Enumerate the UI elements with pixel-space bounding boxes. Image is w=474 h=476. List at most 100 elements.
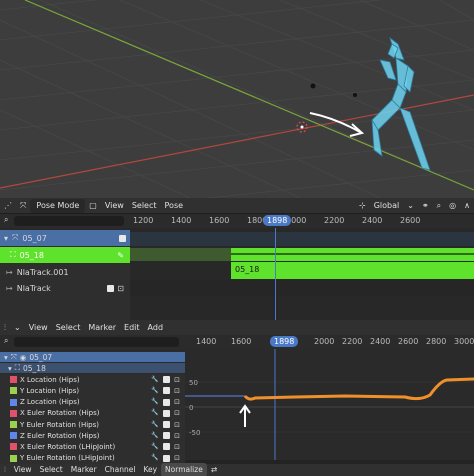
channel-checkbox[interactable]: [163, 454, 170, 462]
lock-icon[interactable]: ⊡: [173, 376, 181, 384]
modifier-icon[interactable]: 🔧: [151, 387, 159, 395]
object-checkbox[interactable]: [119, 234, 126, 242]
chevron-down-icon[interactable]: ⌄: [403, 199, 418, 213]
current-frame-indicator[interactable]: 1898: [263, 215, 292, 226]
mode-dropdown-icon[interactable]: ▢: [85, 199, 101, 213]
modifier-icon[interactable]: 🔧: [151, 409, 159, 417]
menu-add[interactable]: Add: [144, 321, 168, 335]
menu-select[interactable]: Select: [36, 463, 67, 476]
nla-track-row[interactable]: ↦ NlaTrack ⊡: [0, 280, 130, 296]
channel-checkbox[interactable]: [163, 443, 170, 451]
graph-action-row[interactable]: ▾ ⛶ 05_18: [0, 363, 185, 373]
snap-icon[interactable]: ⌕: [433, 199, 445, 213]
armature: [371, 36, 431, 171]
menu-edit[interactable]: Edit: [120, 321, 144, 335]
menu-select[interactable]: Select: [128, 199, 161, 213]
fcurve-channel-row[interactable]: Z Location (Hips) 🔧 ⊡: [0, 396, 185, 408]
menu-view[interactable]: View: [101, 199, 128, 213]
fcurve-channel-row[interactable]: Y Location (Hips) 🔧 ⊡: [0, 385, 185, 397]
menu-select[interactable]: Select: [52, 321, 85, 335]
menu-pose[interactable]: Pose: [161, 199, 188, 213]
nla-object-row[interactable]: ▾ ⤧ 05_07: [0, 230, 130, 246]
nla-editor[interactable]: 05_18 ▾ ⤧ 05_07 ⛶ 05_18 ✎ ↦ NlaTrack.001…: [0, 214, 474, 322]
track-checkbox[interactable]: [107, 284, 115, 292]
editor-type-icon[interactable]: ⫶: [0, 321, 10, 335]
lock-icon[interactable]: ⊡: [173, 409, 181, 417]
tick-label: 1200: [133, 216, 154, 225]
fcurve-channel-row[interactable]: Y Euler Rotation (Hips) 🔧 ⊡: [0, 419, 185, 431]
nla-timeline-ruler[interactable]: ⌕ 1200 1400 1600 1800 2000 2200 2400 260…: [0, 214, 474, 228]
menu-marker[interactable]: Marker: [84, 321, 120, 335]
modifier-icon[interactable]: 🔧: [151, 454, 159, 462]
normalize-icon[interactable]: ⇄: [207, 463, 221, 476]
fcurve-channel-row[interactable]: X Euler Rotation (LHipJoint) 🔧 ⊡: [0, 441, 185, 453]
modifier-icon[interactable]: 🔧: [151, 376, 159, 384]
modifier-icon[interactable]: 🔧: [151, 432, 159, 440]
curve-area: 50 0 -50: [185, 349, 474, 460]
channel-name: X Location (Hips): [20, 375, 80, 384]
channel-color-swatch: [10, 409, 17, 417]
modifier-icon[interactable]: 🔧: [151, 421, 159, 429]
expand-arrow-icon[interactable]: ▾: [8, 364, 12, 373]
menu-marker[interactable]: Marker: [67, 463, 101, 476]
menu-view[interactable]: View: [25, 321, 52, 335]
object-name: 05_07: [22, 233, 47, 243]
orientation-selector[interactable]: Global: [370, 199, 404, 213]
channel-checkbox[interactable]: [163, 421, 170, 429]
current-frame-indicator[interactable]: 1898: [270, 336, 299, 347]
menu-key[interactable]: Key: [139, 463, 161, 476]
proportional-edit-icon[interactable]: ◎: [445, 199, 460, 213]
nla-track-row[interactable]: ↦ NlaTrack.001: [0, 264, 130, 280]
graph-object-row[interactable]: ▾ ⤧ ◉ 05_07: [0, 352, 185, 362]
expand-arrow-icon[interactable]: ▾: [4, 234, 8, 243]
channel-list: X Location (Hips) 🔧 ⊡ Y Location (Hips) 🔧 ⊡ Z …: [0, 374, 185, 464]
graph-editor-header: ⫶ ⌄ View Select Marker Edit Add: [0, 320, 474, 335]
normalize-toggle[interactable]: Normalize: [161, 463, 207, 476]
fcurve-channel-row[interactable]: X Euler Rotation (Hips) 🔧 ⊡: [0, 408, 185, 420]
falloff-icon[interactable]: ∧: [460, 199, 474, 213]
search-input[interactable]: [14, 216, 124, 226]
lock-icon[interactable]: ⊡: [173, 443, 181, 451]
editor-type-icon[interactable]: ⋰: [0, 199, 16, 213]
lock-icon[interactable]: ⊡: [173, 387, 181, 395]
editor-type-icon[interactable]: ⫶: [0, 463, 10, 476]
lock-icon[interactable]: ⊡: [173, 454, 181, 462]
search-icon[interactable]: ⌕: [4, 215, 8, 225]
pivot-icon[interactable]: ⚭: [418, 199, 433, 213]
pin-icon[interactable]: ✎: [117, 251, 124, 260]
tick-label: 2400: [370, 337, 391, 346]
channel-color-swatch: [10, 376, 17, 384]
channel-checkbox[interactable]: [163, 387, 170, 395]
tick-label: 2600: [400, 216, 421, 225]
modifier-icon[interactable]: 🔧: [151, 443, 159, 451]
search-icon[interactable]: ⌕: [4, 336, 8, 346]
menu-view[interactable]: View: [10, 463, 36, 476]
y-tick-label: 0: [189, 404, 193, 412]
search-input[interactable]: [14, 337, 179, 347]
nla-action-row[interactable]: ⛶ 05_18 ✎: [0, 247, 130, 263]
tick-label: 2000: [314, 337, 335, 346]
lock-icon[interactable]: ⊡: [173, 432, 181, 440]
expand-arrow-icon[interactable]: ▾: [4, 353, 8, 362]
tick-label: 1400: [196, 337, 217, 346]
action-name: 05_18: [23, 363, 46, 373]
fcurve-channel-row[interactable]: X Location (Hips) 🔧 ⊡: [0, 374, 185, 386]
track-name: NlaTrack: [16, 283, 51, 293]
lock-icon[interactable]: ⊡: [173, 398, 181, 406]
modifier-icon[interactable]: 🔧: [151, 398, 159, 406]
lock-icon[interactable]: ⊡: [117, 284, 124, 293]
tick-label: 2400: [362, 216, 383, 225]
channel-checkbox[interactable]: [163, 432, 170, 440]
mode-selector[interactable]: Pose Mode: [30, 198, 86, 213]
armature-icon: ⤧: [12, 233, 19, 242]
fcurve-channel-row[interactable]: Z Euler Rotation (Hips) 🔧 ⊡: [0, 430, 185, 442]
lock-icon[interactable]: ⊡: [173, 421, 181, 429]
channel-checkbox[interactable]: [163, 398, 170, 406]
3d-viewport[interactable]: [0, 0, 474, 198]
channel-checkbox[interactable]: [163, 376, 170, 384]
nla-strip[interactable]: 05_18: [231, 262, 474, 279]
menu-channel[interactable]: Channel: [101, 463, 140, 476]
mode-dropdown-icon[interactable]: ⌄: [10, 321, 25, 335]
channel-checkbox[interactable]: [163, 409, 170, 417]
eye-icon[interactable]: ◉: [20, 353, 27, 362]
